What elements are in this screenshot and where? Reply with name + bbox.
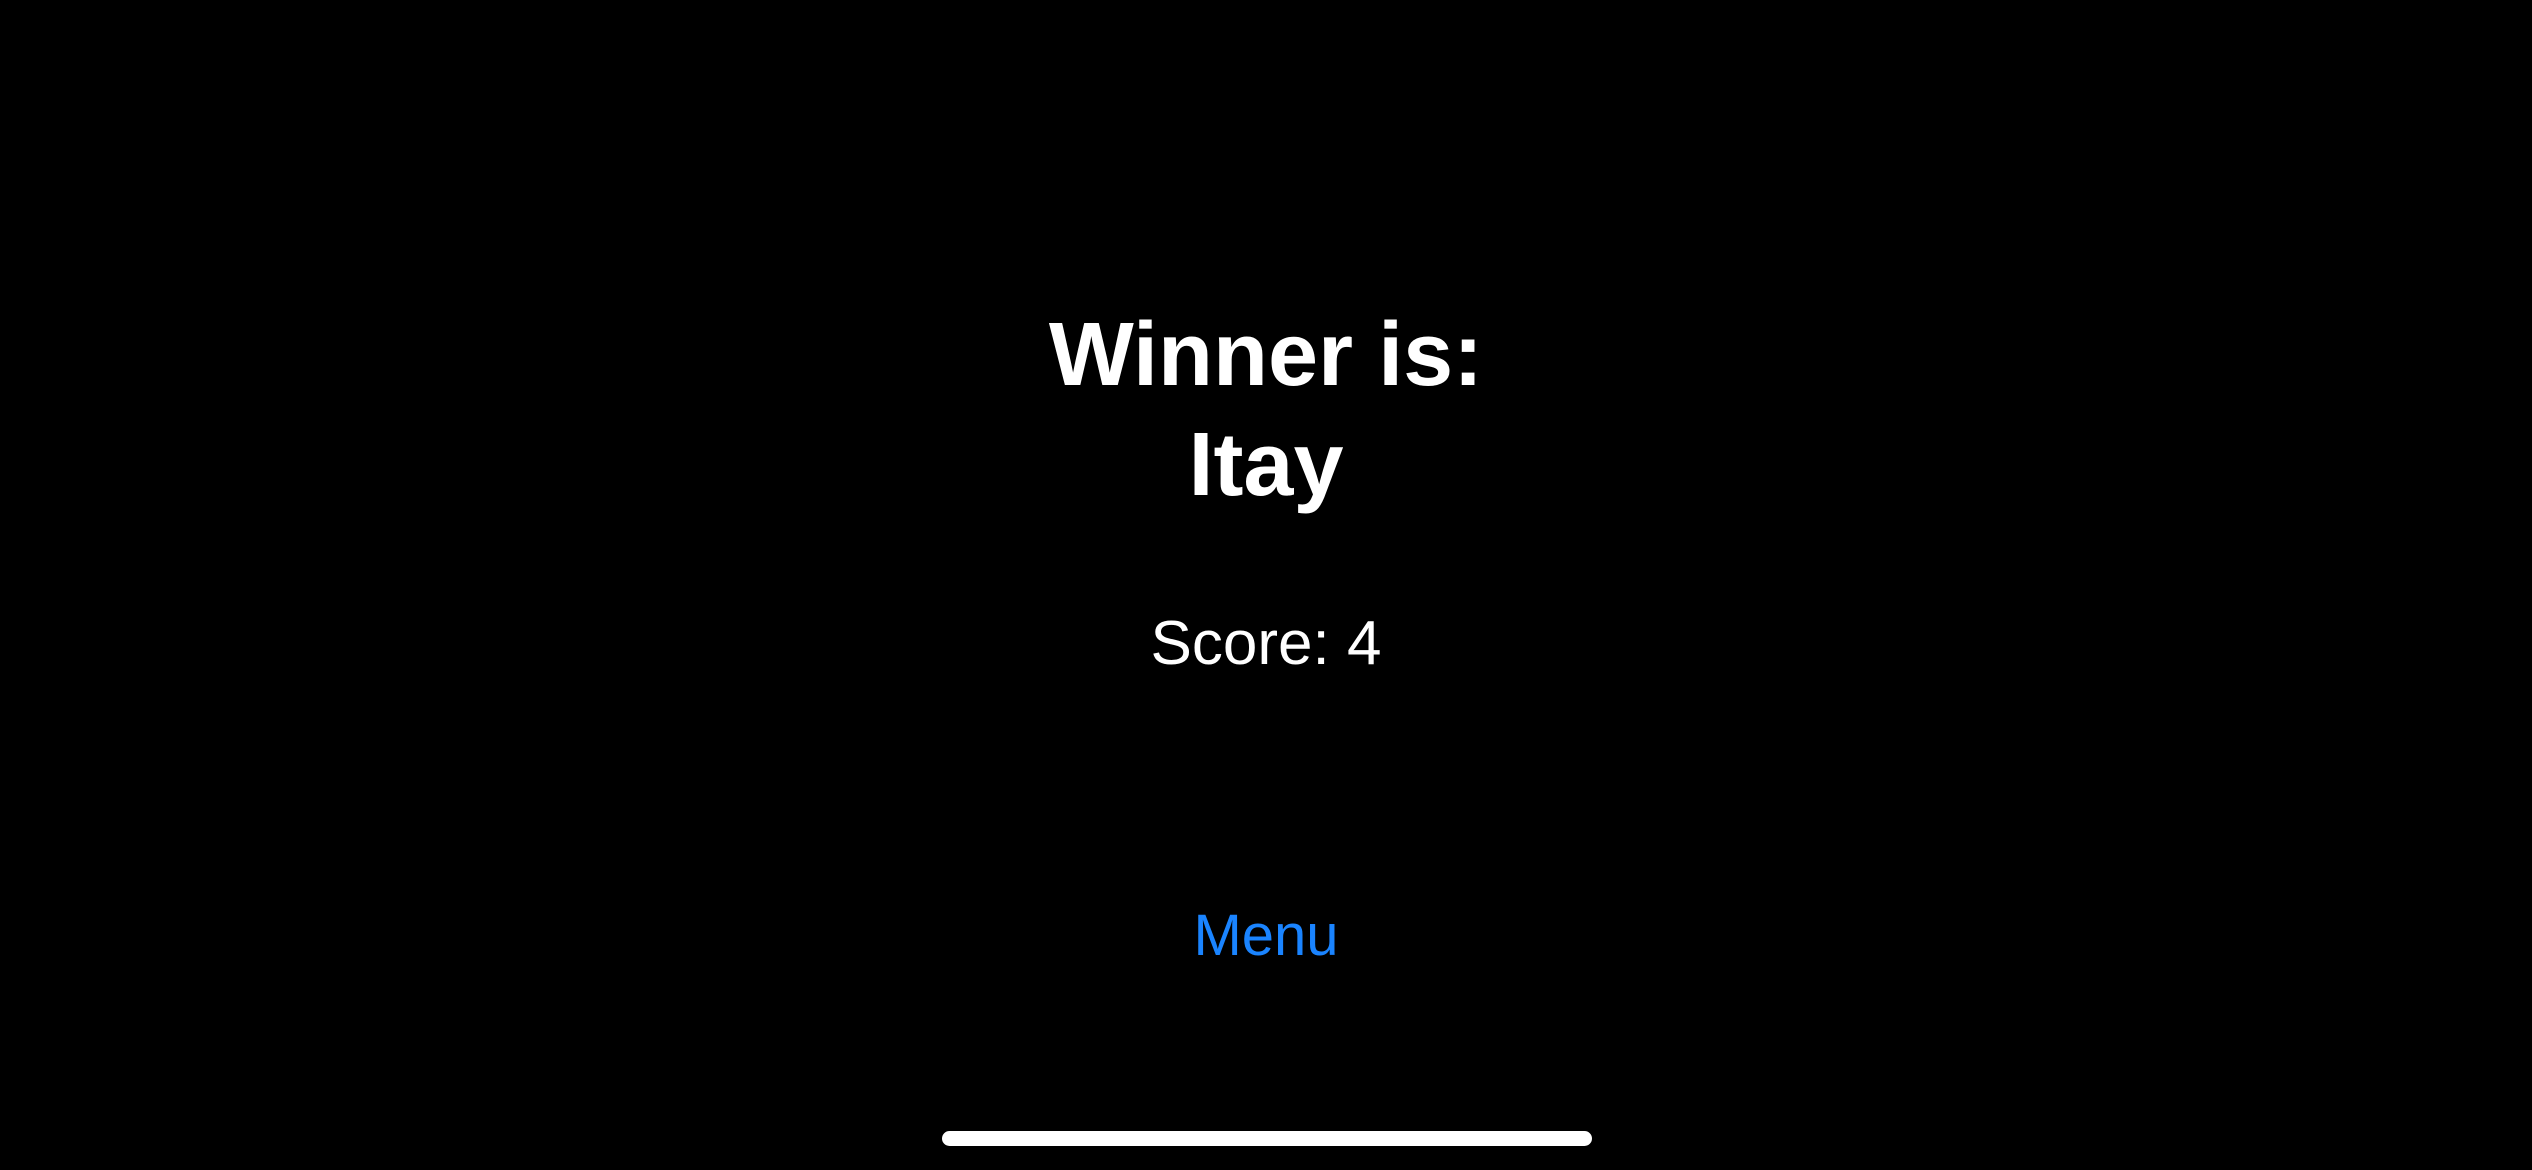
- home-indicator[interactable]: [942, 1131, 1592, 1146]
- game-over-screen: Winner is: Itay Score: 4 Menu: [0, 0, 2532, 1170]
- winner-name: Itay: [1188, 415, 1344, 515]
- winner-heading: Winner is: Itay: [0, 300, 2532, 520]
- winner-title: Winner is:: [1048, 305, 1484, 405]
- score-label: Score: 4: [1150, 609, 1382, 678]
- menu-button[interactable]: Menu: [1136, 894, 1396, 978]
